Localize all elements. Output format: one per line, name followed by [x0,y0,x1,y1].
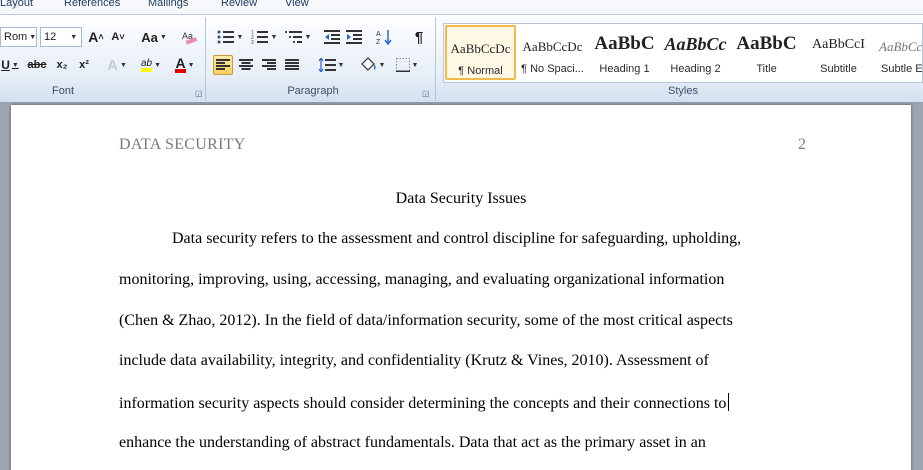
numbering-button[interactable]: 1 2 3 ▼ [248,27,280,47]
chevron-down-icon[interactable]: ▼ [29,34,36,41]
group-separator [205,17,206,101]
document-page[interactable]: DATA SECURITY 2 Data Security Issues Dat… [11,105,911,470]
paragraph-line-text: information security aspects should cons… [119,395,727,412]
line-spacing-icon [318,58,336,72]
sort-button[interactable]: A Z [375,27,395,47]
decrease-indent-icon [324,30,340,44]
document-title: Data Security Issues [395,190,527,207]
tab-review[interactable]: Review [221,0,257,9]
line-spacing-button[interactable]: ▼ [316,55,346,75]
subscript-button[interactable]: x₂ [52,55,72,75]
underline-button[interactable]: U ▼ [0,55,20,75]
font-name-value: Rom [4,31,28,43]
paint-bucket-icon [360,57,376,71]
justify-button[interactable] [282,55,302,75]
show-formatting-marks-button[interactable]: ¶ [409,27,429,47]
highlight-button[interactable]: ab ▼ [136,55,166,75]
clear-formatting-icon: Aa [182,31,198,45]
paragraph-line: Data security refers to the assessment a… [172,230,742,247]
svg-text:A: A [376,31,381,38]
align-right-icon [262,59,276,70]
running-header: DATA SECURITY [119,136,246,153]
group-separator [435,17,436,101]
multilevel-list-icon [284,31,302,43]
font-size-box[interactable]: 12 ▼ [40,27,82,47]
style-heading-2[interactable]: AaBbCc Heading 2 [660,25,731,80]
borders-button[interactable]: ▼ [392,55,422,75]
increase-indent-icon [346,30,362,44]
document-area[interactable]: DATA SECURITY 2 Data Security Issues Dat… [0,103,923,470]
style-subtitle[interactable]: AaBbCcI Subtitle [803,25,874,80]
decrease-indent-button[interactable] [322,27,342,47]
border-icon [395,58,410,72]
paragraph-line-with-cursor: information security aspects should cons… [119,393,730,413]
svg-text:Z: Z [376,39,381,45]
tab-references[interactable]: References [64,0,120,9]
tab-view[interactable]: View [285,0,309,9]
paragraph-line: include data availability, integrity, an… [119,352,709,369]
style-normal[interactable]: AaBbCcDc ¶ Normal [445,25,516,80]
shading-button[interactable]: ▼ [356,55,388,75]
chevron-down-icon[interactable]: ▼ [70,34,77,41]
ribbon-body: Rom ▼ 12 ▼ A ˄ A ˅ Aa ▼ Aa U ▼ abc x₂ x² A [0,14,923,102]
style-heading-1[interactable]: AaBbC Heading 1 [589,25,660,80]
font-dialog-launcher-icon[interactable]: ◲ [195,89,203,98]
justify-icon [285,59,299,70]
align-left-button[interactable] [213,55,233,75]
tab-page-layout[interactable]: Layout [0,0,33,9]
change-case-button[interactable]: Aa ▼ [140,27,168,47]
style-title[interactable]: AaBbC Title [731,25,802,80]
style-subtle-emphasis[interactable]: AaBbCc Subtle E [875,25,923,80]
font-size-value: 12 [44,31,57,43]
align-center-icon [239,59,253,70]
svg-text:3: 3 [251,40,254,44]
clear-formatting-button[interactable]: Aa [180,27,200,47]
paragraph-line: enhance the understanding of abstract fu… [119,434,706,451]
numbering-icon: 1 2 3 [251,30,268,44]
font-color-icon: A [175,55,186,73]
styles-group-label: Styles [668,85,698,97]
paragraph-line: (Chen & Zhao, 2012). In the field of dat… [119,312,733,329]
paragraph-group-label: Paragraph [287,85,339,97]
grow-font-button[interactable]: A ˄ [86,27,106,47]
styles-gallery: AaBbCcDc ¶ Normal AaBbCcDc ¶ No Spaci...… [443,23,923,83]
paragraph-dialog-launcher-icon[interactable]: ◲ [422,89,430,98]
font-group-label: Font [51,85,74,97]
multilevel-list-button[interactable]: ▼ [282,27,314,47]
bullets-button[interactable]: ▼ [214,27,246,47]
strikethrough-button[interactable]: abc [26,55,48,75]
align-right-button[interactable] [259,55,279,75]
text-effects-button[interactable]: A ▼ [104,55,130,75]
sort-icon: A Z [376,30,392,45]
font-name-box[interactable]: Rom ▼ [0,27,37,47]
tab-mailings[interactable]: Mailings [148,0,188,9]
text-cursor [728,393,730,411]
highlighter-icon: ab [140,58,153,72]
ribbon-tabs: Layout References Mailings Review View [0,0,923,12]
page-number: 2 [798,136,806,153]
increase-indent-button[interactable] [344,27,364,47]
align-center-button[interactable] [236,55,256,75]
paragraph-line: monitoring, improving, using, accessing,… [119,271,725,288]
bullets-icon [217,30,234,44]
font-color-button[interactable]: A ▼ [170,55,200,75]
ribbon: Layout References Mailings Review View R… [0,0,923,103]
shrink-font-button[interactable]: A ˅ [108,27,128,47]
align-left-icon [216,59,230,70]
superscript-button[interactable]: x² [74,55,94,75]
style-no-spacing[interactable]: AaBbCcDc ¶ No Spaci... [517,25,588,80]
